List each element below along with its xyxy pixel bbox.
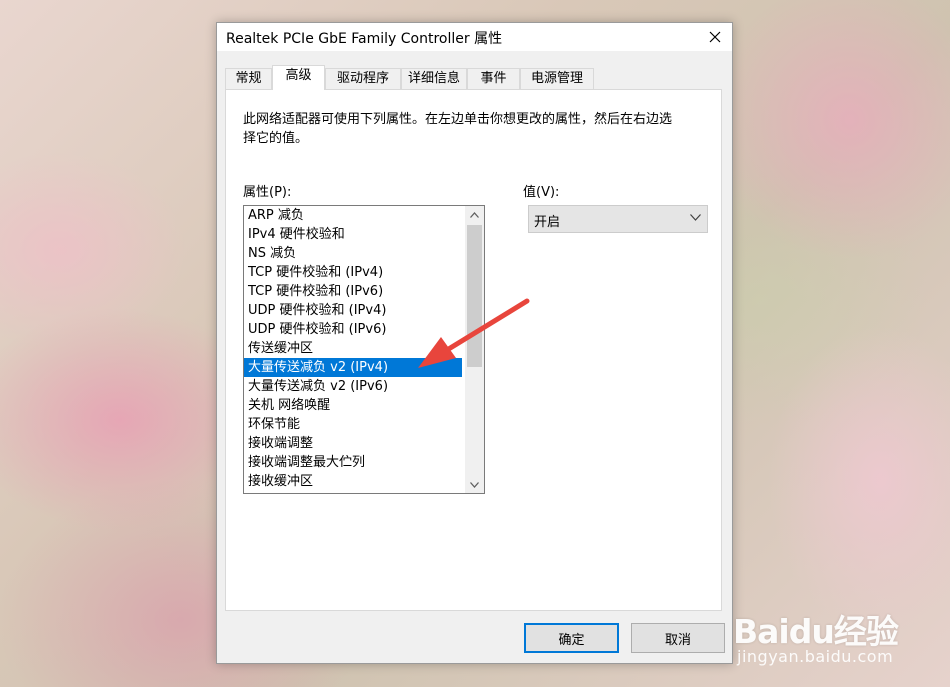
tab-advanced[interactable]: 高级: [272, 65, 325, 90]
scroll-down-button[interactable]: [465, 476, 484, 493]
list-item[interactable]: TCP 硬件校验和 (IPv6): [244, 282, 462, 301]
close-button[interactable]: [698, 23, 732, 51]
list-item[interactable]: 关机 网络唤醒: [244, 396, 462, 415]
tab-power-management[interactable]: 电源管理: [520, 68, 594, 89]
tab-general[interactable]: 常规: [225, 68, 272, 89]
list-item[interactable]: 接收端调整: [244, 434, 462, 453]
tab-events[interactable]: 事件: [467, 68, 520, 89]
property-label: 属性(P):: [243, 185, 292, 200]
scroll-up-button[interactable]: [465, 206, 484, 223]
properties-dialog: Realtek PCIe GbE Family Controller 属性 常规…: [216, 22, 733, 664]
list-item[interactable]: TCP 硬件校验和 (IPv4): [244, 263, 462, 282]
chevron-down-icon: [470, 481, 479, 488]
watermark-url: jingyan.baidu.com: [737, 647, 894, 666]
value-label: 值(V):: [523, 185, 560, 200]
value-dropdown[interactable]: 开启: [528, 205, 708, 233]
list-item-selected[interactable]: 大量传送减负 v2 (IPv4): [244, 358, 462, 377]
chevron-down-icon: [690, 214, 701, 221]
ok-button[interactable]: 确定: [524, 623, 619, 653]
tab-panel-advanced: 此网络适配器可使用下列属性。在左边单击你想更改的属性，然后在右边选择它的值。 属…: [225, 89, 722, 611]
dropdown-selected-value: 开启: [534, 215, 561, 230]
list-item[interactable]: NS 减负: [244, 244, 462, 263]
property-list: ARP 减负 IPv4 硬件校验和 NS 减负 TCP 硬件校验和 (IPv4)…: [244, 206, 484, 491]
list-item[interactable]: IPv4 硬件校验和: [244, 225, 462, 244]
scroll-thumb[interactable]: [467, 225, 482, 367]
tab-driver[interactable]: 驱动程序: [325, 68, 401, 89]
list-item[interactable]: ARP 减负: [244, 206, 462, 225]
chevron-up-icon: [470, 211, 479, 218]
dialog-title: Realtek PCIe GbE Family Controller 属性: [226, 31, 503, 47]
list-item[interactable]: 大量传送减负 v2 (IPv6): [244, 377, 462, 396]
tab-details[interactable]: 详细信息: [401, 68, 467, 89]
list-item[interactable]: 传送缓冲区: [244, 339, 462, 358]
list-scrollbar[interactable]: [465, 206, 484, 493]
property-listbox[interactable]: ARP 减负 IPv4 硬件校验和 NS 减负 TCP 硬件校验和 (IPv4)…: [243, 205, 485, 494]
title-bar: Realtek PCIe GbE Family Controller 属性: [217, 23, 732, 51]
list-item[interactable]: 环保节能: [244, 415, 462, 434]
baidu-watermark: Baidu经验 jingyan.baidu.com: [733, 605, 943, 675]
list-item[interactable]: UDP 硬件校验和 (IPv6): [244, 320, 462, 339]
description-text: 此网络适配器可使用下列属性。在左边单击你想更改的属性，然后在右边选择它的值。: [243, 112, 673, 146]
list-item[interactable]: UDP 硬件校验和 (IPv4): [244, 301, 462, 320]
list-item[interactable]: 接收端调整最大伫列: [244, 453, 462, 472]
list-item[interactable]: 接收缓冲区: [244, 472, 462, 491]
watermark-logo: Baidu经验: [733, 612, 899, 651]
cancel-button[interactable]: 取消: [631, 623, 725, 653]
close-icon: [709, 31, 721, 43]
